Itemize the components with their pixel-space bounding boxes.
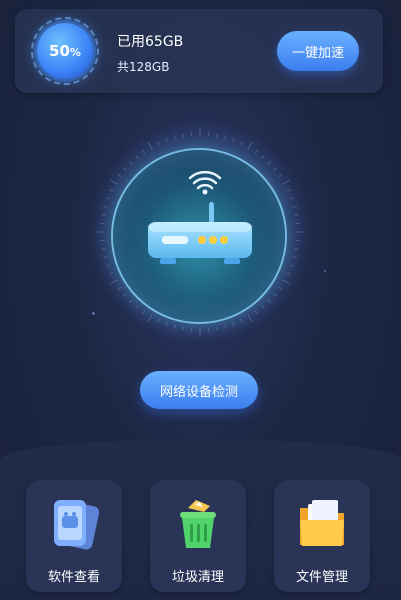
scan-tick [105,197,110,200]
scan-tick [294,214,299,216]
scan-tick [261,155,265,159]
scan-tick [232,137,235,142]
scan-tick [292,205,297,208]
scan-tick [286,189,291,192]
storage-usage-ring: 50% [31,17,99,85]
scan-tick [247,314,253,323]
scan-tick [282,179,291,185]
scan-tick [157,141,160,146]
used-storage-text: 已用65GB [117,34,184,50]
scan-tick [147,314,153,323]
scan-tick [123,167,127,171]
scan-tick [128,160,133,165]
scan-tick [294,248,299,250]
trash-bin-icon [180,500,216,548]
scan-tick [290,264,295,267]
scan-tick [286,272,291,275]
scan-tick [224,324,227,329]
scan-tick [216,326,218,331]
scan-tick [267,160,272,165]
scan-tick [278,174,283,178]
scan-tick [117,286,122,290]
scan-tick [261,305,265,309]
scan-tick [240,141,243,146]
folder-icon [300,500,344,546]
scan-tick [105,264,110,267]
scan-tick [173,324,176,329]
tool-trash-cleanup[interactable]: 垃圾清理 [150,480,246,592]
scan-tick [142,310,146,315]
total-storage-text: 共128GB [117,60,170,74]
scan-tick [157,318,160,323]
scan-tick [292,256,297,259]
scan-tick [165,322,168,327]
scan-tick [101,248,106,250]
scan-tick [254,149,258,154]
scan-tick [273,167,277,171]
scan-tick [282,279,291,285]
background-star [324,270,326,272]
scan-tick [117,174,122,178]
scan-tick [109,272,114,275]
usage-percent: 50% [49,42,81,60]
scan-tick [247,141,253,150]
tool-label: 软件查看 [47,570,100,585]
scan-tick [147,141,153,150]
scan-tick [109,189,114,192]
tool-file-manager[interactable]: 文件管理 [274,480,370,592]
scan-tick [128,299,133,304]
scan-tick [273,293,277,297]
tool-label: 文件管理 [295,570,348,585]
scan-tick [103,256,108,259]
scan-tick [224,135,227,140]
scan-tick [240,318,243,323]
scan-tick [135,155,139,159]
scan-tick [182,326,184,331]
scan-tick [267,299,272,304]
scan-tick [123,293,127,297]
storage-card: 50% 已用65GB 共128GB 一键加速 [15,9,383,93]
scan-tick [101,214,106,216]
scan-tick [109,179,118,185]
scan-tick [109,279,118,285]
scan-tick [135,305,139,309]
tool-label: 垃圾清理 [171,570,224,585]
scan-tick [278,286,283,290]
scan-tick [142,149,146,154]
scan-tick [173,135,176,140]
scan-tick [232,322,235,327]
network-detect-button[interactable]: 网络设备检测 [140,371,258,409]
scan-tick [182,133,184,138]
scan-tick [254,310,258,315]
scan-tick [165,137,168,142]
scan-tick [290,197,295,200]
router-wifi-icon [148,170,252,264]
boost-button[interactable]: 一键加速 [277,31,359,71]
scan-tick [103,205,108,208]
scan-tick [216,133,218,138]
phone-apps-icon [54,500,100,550]
tool-software-view[interactable]: 软件查看 [26,480,122,592]
